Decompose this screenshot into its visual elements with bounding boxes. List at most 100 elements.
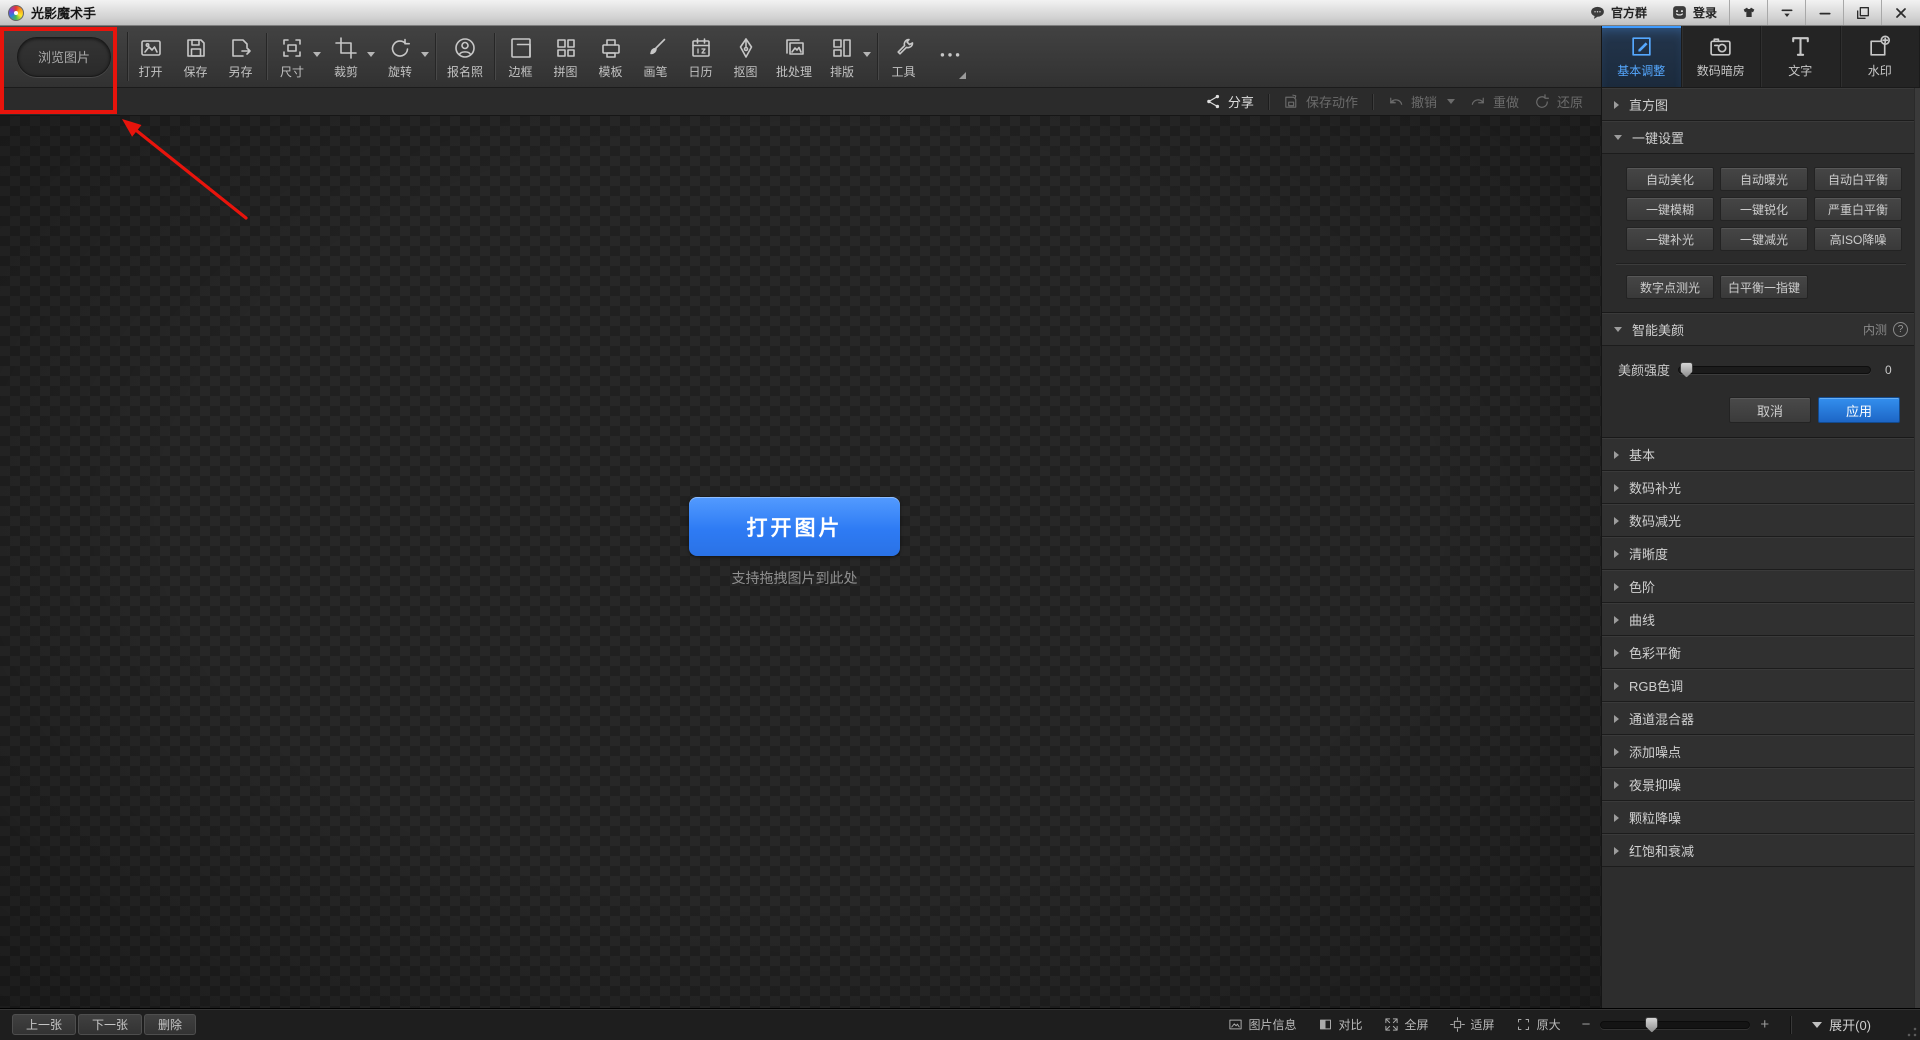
- compare-label: 对比: [1339, 1016, 1363, 1033]
- id-photo-button[interactable]: 报名照: [439, 26, 491, 87]
- section-levels[interactable]: 色阶: [1602, 570, 1920, 603]
- more-tools-button[interactable]: [926, 26, 974, 87]
- chat-bubble-icon: [1589, 4, 1606, 21]
- section-rgb-tone[interactable]: RGB色调: [1602, 669, 1920, 702]
- digital-spot-metering-button[interactable]: 数字点测光: [1626, 275, 1714, 299]
- tab-watermark[interactable]: 水印: [1841, 26, 1920, 87]
- severe-white-balance-button[interactable]: 严重白平衡: [1814, 197, 1902, 221]
- login-button[interactable]: 登录: [1659, 0, 1729, 25]
- one-key-fill-light-button[interactable]: 一键补光: [1626, 227, 1714, 251]
- actual-size-button[interactable]: 原大: [1516, 1016, 1561, 1033]
- slider-handle[interactable]: [1680, 362, 1693, 378]
- crop-button[interactable]: 裁剪: [324, 26, 378, 87]
- one-key-dim-light-button[interactable]: 一键减光: [1720, 227, 1808, 251]
- zoom-slider[interactable]: [1600, 1021, 1750, 1029]
- section-clarity[interactable]: 清晰度: [1602, 537, 1920, 570]
- brush-button[interactable]: 画笔: [633, 26, 678, 87]
- section-color-balance[interactable]: 色彩平衡: [1602, 636, 1920, 669]
- skin-button[interactable]: [1730, 0, 1768, 25]
- undo-icon: [1387, 93, 1405, 111]
- chevron-down-icon[interactable]: [863, 52, 871, 57]
- delete-image-button[interactable]: 删除: [144, 1014, 196, 1035]
- close-button[interactable]: [1882, 0, 1920, 25]
- open-button[interactable]: 打开: [128, 26, 173, 87]
- auto-beautify-button[interactable]: 自动美化: [1626, 167, 1714, 191]
- official-group-label: 官方群: [1611, 4, 1647, 21]
- template-button[interactable]: 模板: [588, 26, 633, 87]
- main-menu-button[interactable]: [1768, 0, 1806, 25]
- white-balance-one-touch-button[interactable]: 白平衡一指键: [1720, 275, 1808, 299]
- auto-white-balance-button[interactable]: 自动白平衡: [1814, 167, 1902, 191]
- section-red-saturation-fade[interactable]: 红饱和衰减: [1602, 834, 1920, 867]
- quick-settings-content: 自动美化 自动曝光 自动白平衡 一键模糊 一键锐化 严重白平衡 一键补光 一键减…: [1602, 154, 1920, 313]
- chevron-down-icon: [1614, 135, 1622, 140]
- chevron-down-icon[interactable]: [367, 52, 375, 57]
- section-histogram[interactable]: 直方图: [1602, 88, 1920, 121]
- section-smart-beauty[interactable]: 智能美颜 内测 ?: [1602, 313, 1920, 346]
- cutout-button[interactable]: 抠图: [723, 26, 768, 87]
- border-button[interactable]: 边框: [498, 26, 543, 87]
- section-digital-dim-light[interactable]: 数码减光: [1602, 504, 1920, 537]
- layout-button[interactable]: 排版: [820, 26, 874, 87]
- section-basic[interactable]: 基本: [1602, 438, 1920, 471]
- undo-button[interactable]: 撤销: [1387, 92, 1455, 111]
- official-group-button[interactable]: 官方群: [1577, 0, 1659, 25]
- zoom-in-button[interactable]: +: [1760, 1017, 1769, 1032]
- one-key-blur-button[interactable]: 一键模糊: [1626, 197, 1714, 221]
- save-action-button[interactable]: 保存动作: [1283, 92, 1358, 111]
- section-channel-mixer[interactable]: 通道混合器: [1602, 702, 1920, 735]
- toolbar-group-create: 边框 拼图 模板 画笔: [498, 26, 874, 87]
- next-image-button[interactable]: 下一张: [78, 1014, 142, 1035]
- tab-darkroom[interactable]: 数码暗房: [1682, 26, 1762, 87]
- batch-button[interactable]: 批处理: [768, 26, 820, 87]
- section-quick-settings[interactable]: 一键设置: [1602, 121, 1920, 154]
- tab-basic-adjust[interactable]: 基本调整: [1602, 26, 1682, 87]
- high-iso-denoise-button[interactable]: 高ISO降噪: [1814, 227, 1902, 251]
- save-button[interactable]: 保存: [173, 26, 218, 87]
- resize-grip[interactable]: [1907, 1027, 1917, 1037]
- zoom-slider-handle[interactable]: [1645, 1017, 1658, 1033]
- revert-button[interactable]: 还原: [1533, 92, 1583, 111]
- fit-screen-button[interactable]: 适屏: [1450, 1016, 1495, 1033]
- share-button[interactable]: 分享: [1205, 92, 1254, 111]
- previous-image-button[interactable]: 上一张: [12, 1014, 76, 1035]
- help-icon[interactable]: ?: [1893, 322, 1908, 337]
- section-title: 夜景抑噪: [1629, 775, 1681, 794]
- divider: [494, 33, 495, 80]
- beauty-strength-slider[interactable]: [1678, 366, 1871, 374]
- chevron-down-icon[interactable]: [1447, 99, 1455, 104]
- section-curves[interactable]: 曲线: [1602, 603, 1920, 636]
- collage-button[interactable]: 拼图: [543, 26, 588, 87]
- tab-text[interactable]: 文字: [1761, 26, 1841, 87]
- rotate-button[interactable]: 旋转: [378, 26, 432, 87]
- apply-button[interactable]: 应用: [1818, 397, 1900, 423]
- cancel-button[interactable]: 取消: [1729, 397, 1811, 423]
- chevron-down-icon[interactable]: [421, 52, 429, 57]
- chevron-down-icon[interactable]: [313, 52, 321, 57]
- redo-button[interactable]: 重做: [1469, 92, 1519, 111]
- divider: [1372, 94, 1373, 110]
- section-night-denoise[interactable]: 夜景抑噪: [1602, 768, 1920, 801]
- auto-exposure-button[interactable]: 自动曝光: [1720, 167, 1808, 191]
- resize-button[interactable]: 尺寸: [270, 26, 324, 87]
- browse-images-button[interactable]: 浏览图片: [17, 37, 111, 77]
- maximize-button[interactable]: [1844, 0, 1882, 25]
- restore-icon: [1855, 5, 1871, 21]
- open-image-button[interactable]: 打开图片: [689, 497, 900, 556]
- fullscreen-button[interactable]: 全屏: [1384, 1016, 1429, 1033]
- compare-button[interactable]: 对比: [1318, 1016, 1363, 1033]
- section-add-noise[interactable]: 添加噪点: [1602, 735, 1920, 768]
- one-key-sharpen-button[interactable]: 一键锐化: [1720, 197, 1808, 221]
- tools-button[interactable]: 工具: [881, 26, 926, 87]
- expand-tray-button[interactable]: 展开(0): [1812, 1015, 1871, 1034]
- save-action-label: 保存动作: [1306, 92, 1358, 111]
- minimize-button[interactable]: [1806, 0, 1844, 25]
- image-info-button[interactable]: 图片信息: [1228, 1016, 1297, 1033]
- section-digital-fill-light[interactable]: 数码补光: [1602, 471, 1920, 504]
- section-grain-denoise[interactable]: 颗粒降噪: [1602, 801, 1920, 834]
- zoom-out-button[interactable]: −: [1582, 1017, 1591, 1032]
- panel-scrollbar[interactable]: [1914, 88, 1920, 1008]
- save-as-button[interactable]: 另存: [218, 26, 263, 87]
- chevron-right-icon: [1614, 814, 1619, 822]
- calendar-button[interactable]: 日历: [678, 26, 723, 87]
